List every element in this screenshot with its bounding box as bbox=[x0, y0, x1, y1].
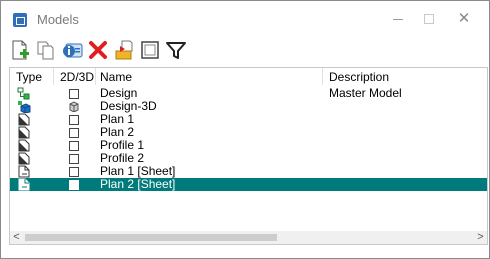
2d-checkbox[interactable] bbox=[69, 128, 79, 138]
column-header-description[interactable]: Description bbox=[329, 70, 389, 84]
table-row[interactable]: Profile 1 bbox=[10, 139, 487, 152]
3d-model-icon bbox=[18, 101, 31, 113]
delete-model-button[interactable] bbox=[87, 39, 109, 61]
drawing-model-icon bbox=[18, 139, 30, 152]
2d-checkbox[interactable] bbox=[69, 141, 79, 151]
new-model-button[interactable] bbox=[9, 39, 31, 61]
frame-icon bbox=[141, 41, 159, 59]
model-properties-button[interactable] bbox=[61, 39, 83, 61]
column-header-name[interactable]: Name bbox=[100, 70, 132, 84]
sheet-model-icon bbox=[18, 178, 30, 191]
column-divider[interactable] bbox=[53, 68, 54, 85]
filter-button[interactable] bbox=[165, 39, 187, 61]
2d-checkbox[interactable] bbox=[69, 180, 79, 190]
new-document-icon bbox=[12, 40, 29, 60]
models-table: Type 2D/3D Name Description Design Maste… bbox=[9, 67, 488, 245]
table-row[interactable]: Plan 2 bbox=[10, 126, 487, 139]
model-name: Plan 2 [Sheet] bbox=[100, 177, 176, 191]
models-dialog: Models ✕ Type 2D/3D Name Description Des… bbox=[0, 0, 490, 259]
column-header-2d3d[interactable]: 2D/3D bbox=[60, 70, 94, 84]
table-row[interactable]: Design Master Model bbox=[10, 87, 487, 100]
copy-icon bbox=[37, 41, 54, 60]
2d-checkbox[interactable] bbox=[69, 115, 79, 125]
drawing-model-icon bbox=[18, 113, 30, 126]
drawing-model-icon bbox=[18, 152, 30, 165]
models-app-icon bbox=[13, 13, 27, 27]
table-row-selected[interactable]: Plan 2 [Sheet] bbox=[10, 178, 487, 191]
2d-checkbox[interactable] bbox=[69, 154, 79, 164]
2d-checkbox[interactable] bbox=[69, 89, 79, 99]
filter-icon bbox=[166, 42, 186, 59]
horizontal-scrollbar[interactable]: < > bbox=[10, 231, 487, 244]
column-divider[interactable] bbox=[95, 68, 96, 85]
table-header: Type 2D/3D Name Description bbox=[10, 68, 487, 85]
minimize-button[interactable] bbox=[383, 8, 413, 30]
properties-icon bbox=[63, 43, 83, 58]
scroll-left-button[interactable]: < bbox=[10, 231, 23, 244]
copy-model-button[interactable] bbox=[35, 39, 57, 61]
table-row[interactable]: Profile 2 bbox=[10, 152, 487, 165]
delete-icon bbox=[89, 41, 107, 59]
table-row[interactable]: Plan 1 bbox=[10, 113, 487, 126]
window-title: Models bbox=[37, 12, 79, 27]
drawing-model-icon bbox=[18, 126, 30, 139]
column-header-type[interactable]: Type bbox=[16, 70, 42, 84]
scrollbar-thumb[interactable] bbox=[25, 234, 277, 241]
sheet-model-icon bbox=[18, 165, 30, 178]
2d-checkbox[interactable] bbox=[69, 167, 79, 177]
table-row[interactable]: Design-3D bbox=[10, 100, 487, 113]
3d-cube-icon[interactable] bbox=[68, 101, 79, 112]
import-icon bbox=[115, 40, 133, 60]
toolbar bbox=[9, 39, 187, 61]
title-bar[interactable]: Models ✕ bbox=[1, 1, 489, 37]
design-model-icon bbox=[17, 87, 30, 100]
import-model-button[interactable] bbox=[113, 39, 135, 61]
model-description: Master Model bbox=[329, 86, 402, 100]
close-button[interactable]: ✕ bbox=[449, 8, 479, 30]
maximize-button[interactable] bbox=[414, 8, 444, 30]
scroll-right-button[interactable]: > bbox=[474, 231, 487, 244]
column-divider[interactable] bbox=[322, 68, 323, 85]
view-mode-button[interactable] bbox=[139, 39, 161, 61]
table-row[interactable]: Plan 1 [Sheet] bbox=[10, 165, 487, 178]
